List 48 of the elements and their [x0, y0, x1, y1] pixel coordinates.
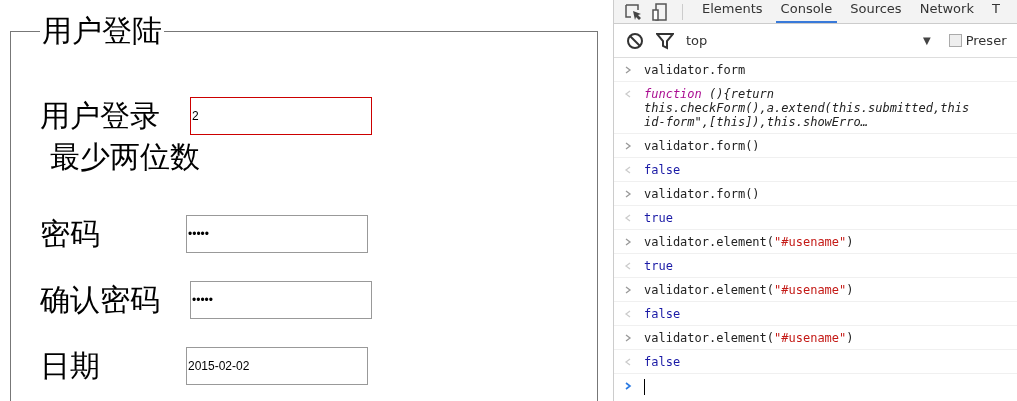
devtools-tab[interactable]: Sources [845, 0, 907, 23]
caret-icon[interactable]: ▼ [923, 35, 931, 46]
console-command: validator.element("#usename") [644, 235, 854, 249]
console-result: false [644, 163, 681, 177]
device-icon[interactable] [652, 2, 668, 21]
chevron-left-icon [624, 89, 632, 99]
prompt-icon [624, 381, 632, 391]
devtools-tab[interactable]: Network [914, 0, 979, 23]
chevron-left-icon [624, 309, 632, 319]
console-command: validator.form() [644, 139, 760, 153]
chevron-right-icon [624, 65, 632, 75]
input-field[interactable]: 2015-02-02 [186, 347, 368, 385]
checkbox[interactable] [948, 34, 962, 47]
chevron-right-icon [624, 237, 632, 247]
devtools-tab[interactable]: Elements [697, 0, 768, 23]
chevron-left-icon [624, 357, 632, 367]
console-command: validator.element("#usename") [644, 283, 854, 297]
chevron-right-icon [624, 189, 632, 199]
console-result: false [644, 355, 681, 369]
form-legend: 用户登陆 [40, 14, 164, 48]
console-result: true [644, 259, 673, 273]
input-field[interactable]: ••••• [190, 281, 372, 319]
console-result: true [644, 211, 673, 225]
devtools-tab[interactable]: T [986, 0, 1005, 23]
chevron-left-icon [624, 261, 632, 271]
filter-icon[interactable] [656, 31, 674, 50]
error-message: 最少两位数 [50, 139, 201, 175]
devtools-tab[interactable]: Console [775, 0, 838, 23]
context-selector[interactable]: top [686, 33, 911, 48]
chevron-left-icon [624, 165, 632, 175]
field-label: 日期 [40, 347, 100, 385]
console-result: false [644, 307, 681, 321]
input-field[interactable]: 2 [190, 97, 372, 135]
checkbox-label: Preser [965, 33, 1007, 48]
console-command: validator.form() [644, 187, 760, 201]
clear-console-icon[interactable] [626, 31, 644, 50]
console-result: function (){return this.checkForm(),a.extend(this.submitted,this id-form",[this]),this.showErro… [644, 87, 970, 129]
inspect-icon[interactable] [624, 2, 644, 21]
chevron-left-icon [624, 213, 632, 223]
chevron-right-icon [624, 141, 632, 151]
input-field[interactable]: ••••• [186, 215, 368, 253]
console-command: validator.element("#usename") [644, 331, 854, 345]
console-command: validator.form [644, 63, 746, 77]
chevron-right-icon [624, 333, 632, 343]
field-label: 确认密码 [40, 281, 160, 319]
chevron-right-icon [624, 285, 632, 295]
field-label: 密码 [40, 215, 100, 253]
field-label: 用户登录 [40, 97, 160, 135]
